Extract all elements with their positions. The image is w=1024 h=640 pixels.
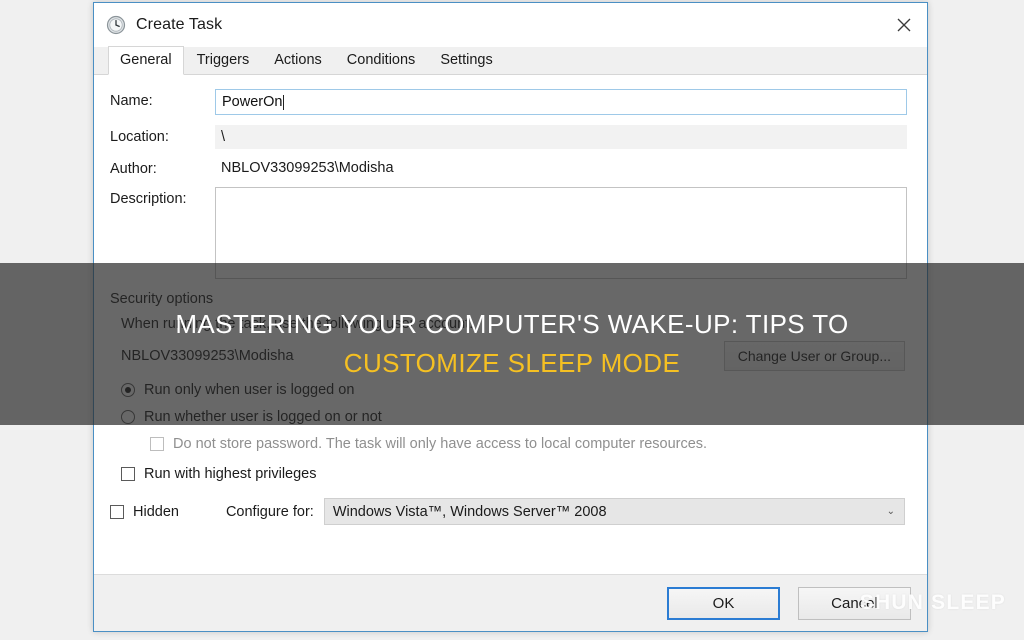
chevron-down-icon: ⌄: [886, 506, 895, 517]
run-only-logged-on-radio[interactable]: [121, 383, 135, 397]
highest-privileges-row[interactable]: Run with highest privileges: [94, 466, 927, 482]
run-whether-logged-on-radio[interactable]: [121, 410, 135, 424]
description-input[interactable]: [215, 187, 907, 279]
hidden-label: Hidden: [133, 503, 179, 520]
cancel-button[interactable]: Cancel: [798, 586, 911, 620]
create-task-dialog: Create Task General Triggers Actions Con…: [93, 2, 928, 632]
general-tab-page: Name: PowerOn Location: \ Author: NBLOV3…: [94, 89, 927, 618]
name-row: Name: PowerOn: [94, 89, 927, 115]
do-not-store-password-row[interactable]: Do not store password. The task will onl…: [94, 436, 927, 452]
author-label: Author:: [110, 161, 157, 177]
run-only-logged-on-label: Run only when user is logged on: [144, 382, 355, 398]
configure-for-select[interactable]: Windows Vista™, Windows Server™ 2008 ⌄: [323, 498, 905, 525]
configure-for-label: Configure for:: [225, 503, 314, 520]
title-bar: Create Task: [94, 3, 927, 47]
configure-row: Hidden Configure for: Windows Vista™, Wi…: [94, 498, 927, 525]
do-not-store-password-label: Do not store password. The task will onl…: [173, 436, 708, 452]
change-user-or-group-button[interactable]: Change User or Group...: [723, 341, 905, 371]
description-label: Description:: [110, 191, 187, 207]
highest-privileges-checkbox[interactable]: [121, 467, 135, 481]
run-only-logged-on-row[interactable]: Run only when user is logged on: [94, 382, 927, 398]
ok-button[interactable]: OK: [667, 586, 780, 620]
author-row: Author: NBLOV33099253\Modisha: [94, 157, 927, 179]
window-title: Create Task: [136, 16, 223, 33]
tab-conditions[interactable]: Conditions: [335, 46, 428, 74]
dialog-footer: OK Cancel: [94, 574, 927, 631]
name-input[interactable]: PowerOn: [215, 89, 907, 115]
author-value: NBLOV33099253\Modisha: [221, 160, 394, 176]
do-not-store-password-checkbox[interactable]: [150, 437, 164, 451]
name-label: Name:: [110, 93, 153, 109]
text-caret: [283, 94, 285, 110]
tab-settings[interactable]: Settings: [428, 46, 504, 74]
close-icon[interactable]: [881, 3, 927, 47]
account-name: NBLOV33099253\Modisha: [121, 348, 294, 364]
hidden-checkbox[interactable]: [110, 504, 124, 519]
account-row: NBLOV33099253\Modisha Change User or Gro…: [94, 341, 927, 371]
description-row: Description:: [94, 187, 927, 279]
location-label: Location:: [110, 129, 169, 145]
run-whether-logged-on-label: Run whether user is logged on or not: [144, 409, 382, 425]
run-whether-logged-on-row[interactable]: Run whether user is logged on or not: [94, 409, 927, 425]
security-options-title: Security options: [110, 291, 214, 307]
close-glyph: [897, 18, 911, 32]
highest-privileges-label: Run with highest privileges: [144, 466, 317, 482]
location-row: Location: \: [94, 125, 927, 149]
location-value: \: [215, 125, 907, 149]
tab-strip: General Triggers Actions Conditions Sett…: [94, 45, 927, 75]
configure-for-value: Windows Vista™, Windows Server™ 2008: [332, 503, 607, 520]
account-prompt: When running the task, use the following…: [121, 316, 474, 332]
name-input-value: PowerOn: [222, 94, 283, 110]
tab-actions[interactable]: Actions: [262, 46, 334, 74]
tab-general[interactable]: General: [108, 45, 184, 75]
tab-triggers[interactable]: Triggers: [185, 46, 262, 74]
clock-icon: [106, 15, 126, 35]
